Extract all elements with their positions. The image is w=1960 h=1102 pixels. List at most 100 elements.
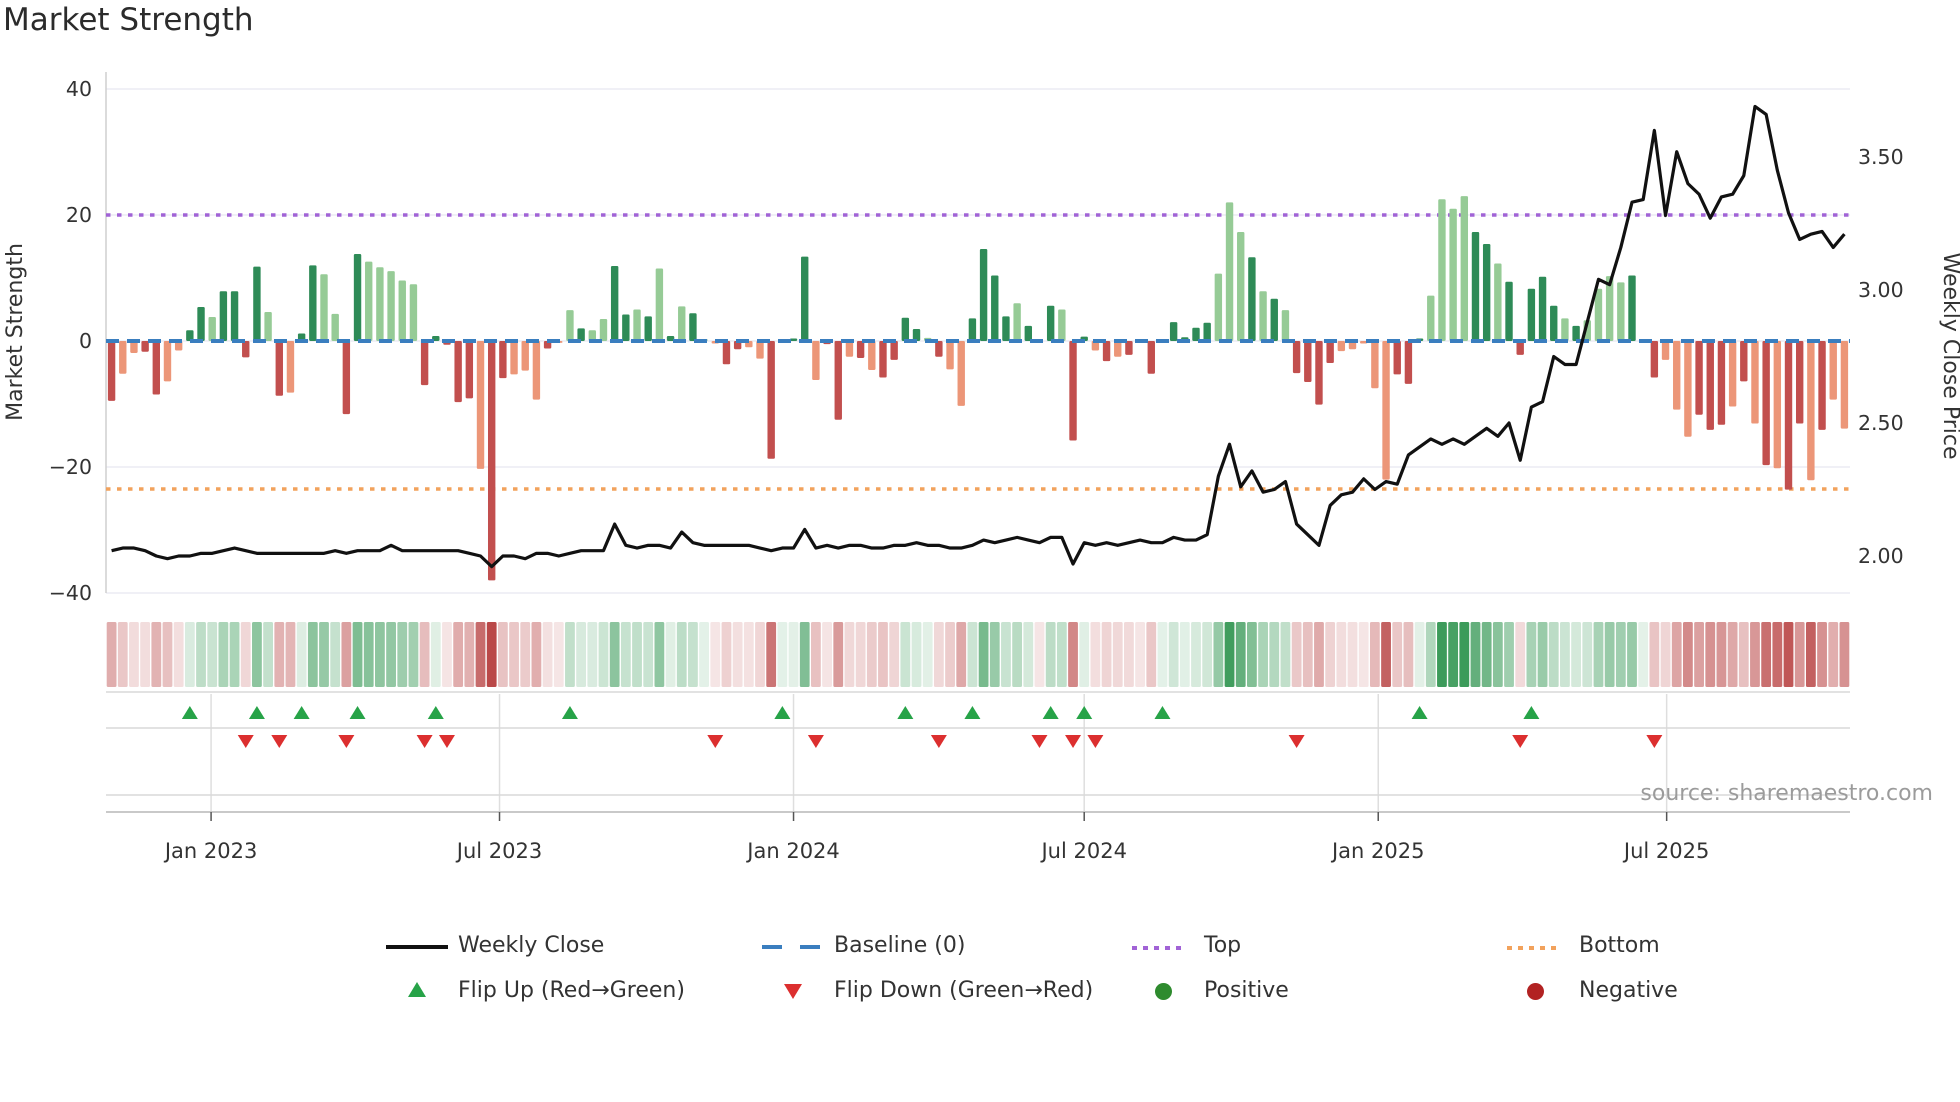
strength-bar bbox=[1125, 341, 1133, 355]
heatmap-cell bbox=[1470, 622, 1481, 687]
right-tick-label: 3.50 bbox=[1858, 145, 1904, 169]
strength-bar bbox=[856, 341, 865, 359]
heatmap-cell bbox=[676, 622, 687, 687]
heatmap-cell bbox=[1727, 622, 1738, 687]
heatmap-cell bbox=[1392, 622, 1403, 687]
strength-bar bbox=[1807, 341, 1815, 481]
heatmap-cell bbox=[620, 622, 631, 687]
heatmap-cell bbox=[419, 622, 430, 687]
heatmap-cell bbox=[576, 622, 587, 687]
strength-bar bbox=[957, 341, 965, 406]
heatmap-cell bbox=[1001, 622, 1011, 687]
strength-bar bbox=[353, 254, 362, 341]
x-tick-label: Jul 2023 bbox=[455, 839, 542, 863]
x-tick-label: Jan 2024 bbox=[745, 839, 840, 863]
heatmap-cell bbox=[1817, 622, 1827, 687]
flip-down-marker bbox=[1288, 735, 1305, 748]
strength-bar bbox=[1661, 341, 1670, 360]
strength-bar bbox=[521, 341, 529, 371]
strength-bar bbox=[119, 341, 127, 374]
flip-up-marker bbox=[1042, 706, 1059, 719]
heatmap-cell bbox=[1660, 622, 1671, 687]
heatmap-cell bbox=[531, 622, 542, 687]
heatmap-cell bbox=[1772, 622, 1783, 687]
heatmap-cell bbox=[307, 622, 318, 687]
strength-bar bbox=[264, 312, 272, 341]
strength-bar bbox=[1114, 341, 1122, 357]
heatmap-cell bbox=[486, 622, 497, 687]
heatmap-cell bbox=[1828, 622, 1839, 687]
heatmap-cell bbox=[1504, 622, 1514, 687]
heatmap-cell bbox=[408, 622, 419, 687]
strength-bar bbox=[1013, 303, 1021, 341]
strength-bar bbox=[1673, 341, 1681, 410]
heatmap-cell bbox=[900, 622, 911, 687]
flip-down-icon bbox=[784, 984, 802, 999]
strength-bar bbox=[845, 341, 854, 357]
source-credit: source: sharemaestro.com bbox=[1640, 781, 1933, 806]
bottom-threshold-swatch bbox=[1507, 946, 1560, 950]
heatmap-cell bbox=[1135, 622, 1146, 687]
heatmap-cell bbox=[430, 622, 441, 687]
strength-bar bbox=[152, 341, 161, 395]
heatmap-cell bbox=[945, 622, 955, 687]
strength-bar bbox=[644, 316, 652, 341]
strength-bar bbox=[890, 341, 898, 360]
heatmap-cell bbox=[632, 622, 642, 687]
strength-bar bbox=[1147, 341, 1155, 374]
heatmap-cell bbox=[1124, 622, 1134, 687]
strength-bar bbox=[320, 274, 328, 341]
strength-bar bbox=[1225, 202, 1234, 341]
heatmap-cell bbox=[1582, 622, 1593, 687]
left-tick-label: −20 bbox=[49, 455, 92, 479]
right-tick-label: 2.50 bbox=[1858, 411, 1904, 435]
strength-bar bbox=[1427, 295, 1435, 341]
strength-bar bbox=[1527, 288, 1536, 341]
heatmap-cell bbox=[285, 622, 296, 687]
heatmap-cell bbox=[978, 622, 989, 687]
strength-bar bbox=[163, 341, 172, 382]
heatmap-cell bbox=[1560, 622, 1570, 687]
heatmap-cell bbox=[1347, 622, 1358, 687]
heatmap-cell bbox=[1671, 622, 1682, 687]
heatmap-cell bbox=[1783, 622, 1794, 687]
strength-bar bbox=[141, 341, 149, 352]
heatmap-cell bbox=[520, 622, 531, 687]
strength-bar bbox=[722, 341, 731, 365]
x-tick-label: Jan 2023 bbox=[163, 839, 258, 863]
heatmap-cell bbox=[1604, 622, 1615, 687]
heatmap-cell bbox=[117, 622, 128, 687]
strength-bar bbox=[331, 313, 339, 341]
flip-down-marker bbox=[1031, 735, 1048, 748]
heatmap-cell bbox=[833, 622, 844, 687]
heatmap-cell bbox=[1448, 622, 1459, 687]
strength-bar bbox=[1617, 282, 1625, 341]
left-tick-labels: 40 20 0 −20 −40 bbox=[49, 77, 92, 605]
heatmap-cell bbox=[956, 622, 967, 687]
strength-bar bbox=[309, 265, 317, 341]
strength-bar bbox=[1628, 275, 1636, 341]
heatmap-cell bbox=[1056, 622, 1067, 687]
strength-bar bbox=[1773, 341, 1782, 469]
strength-bar bbox=[1371, 341, 1379, 389]
strength-bar bbox=[689, 313, 697, 341]
heatmap-cell bbox=[766, 622, 777, 687]
strength-bar bbox=[1795, 341, 1804, 424]
strength-bar bbox=[275, 341, 283, 396]
x-tick-label: Jan 2025 bbox=[1330, 839, 1425, 863]
heatmap-cell bbox=[1369, 622, 1380, 687]
strength-bar bbox=[968, 318, 977, 341]
heatmap-cell bbox=[1168, 622, 1179, 687]
flip-up-marker bbox=[1523, 706, 1540, 719]
market-strength-figure: Market Strength Jan 2023 Jul 2023 Jan 2024… bbox=[0, 0, 1960, 1102]
strength-bar bbox=[1393, 341, 1401, 375]
strength-bar bbox=[465, 341, 474, 399]
strength-bar bbox=[1438, 199, 1446, 341]
heatmap-cell bbox=[1191, 622, 1201, 687]
strength-bar bbox=[1482, 243, 1491, 341]
heatmap-cell bbox=[475, 622, 486, 687]
flip-up-marker bbox=[561, 706, 578, 719]
heatmap-cell bbox=[1492, 622, 1503, 687]
strength-bar bbox=[991, 275, 999, 341]
strength-bar bbox=[1650, 341, 1659, 378]
